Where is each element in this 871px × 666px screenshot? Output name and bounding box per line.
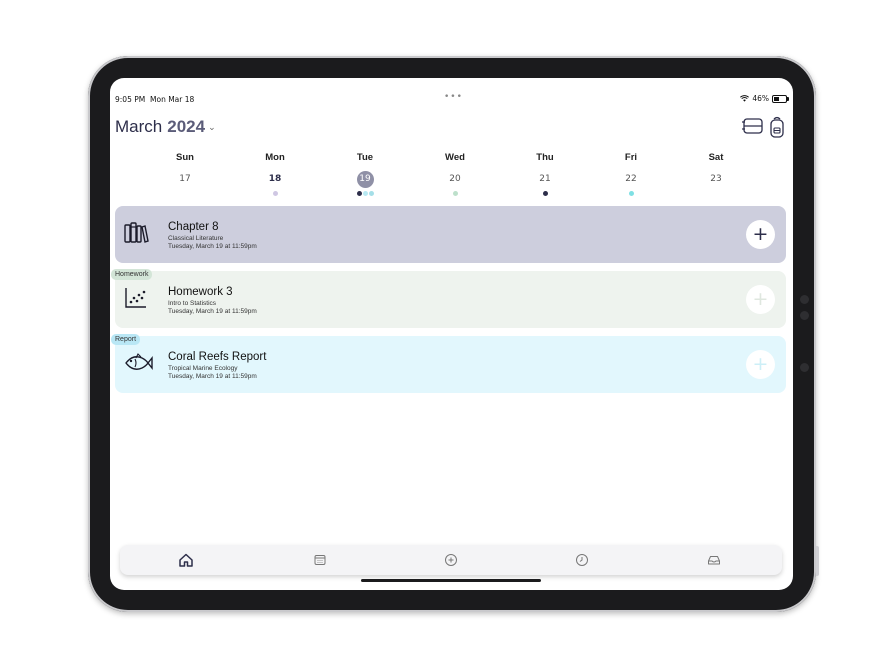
side-sensor <box>800 311 809 320</box>
event-dots <box>425 191 485 197</box>
wifi-icon <box>740 95 750 102</box>
day-name: Sun <box>176 152 194 163</box>
add-button[interactable]: + <box>746 220 775 249</box>
task-course: Classical Literature <box>168 235 224 242</box>
day-number: 22 <box>625 174 637 184</box>
task-card[interactable]: Chapter 8 Classical Literature Tuesday, … <box>115 206 786 263</box>
day-name: Tue <box>356 152 374 163</box>
battery-icon <box>772 94 789 103</box>
event-dots <box>155 191 215 197</box>
task-due-date: Tuesday, March 19 at 11:59pm <box>168 308 257 315</box>
task-title: Coral Reefs Report <box>168 351 267 363</box>
day-column-mon[interactable]: Mon 18 <box>245 152 305 197</box>
event-dots <box>245 191 305 197</box>
status-indicators: 46% <box>740 94 789 103</box>
day-column-tue[interactable]: Tue 19 <box>335 152 395 197</box>
task-tag: Report <box>111 334 141 345</box>
event-dot <box>272 191 278 196</box>
multitasking-dots[interactable]: ••• <box>444 92 463 102</box>
backpack-icon[interactable] <box>769 116 785 138</box>
task-title: Homework 3 <box>168 286 233 298</box>
day-number: 18 <box>268 174 282 184</box>
day-number: 23 <box>710 174 722 184</box>
event-dots <box>601 191 661 197</box>
task-due-date: Tuesday, March 19 at 11:59pm <box>168 373 257 380</box>
day-number: 20 <box>449 174 461 184</box>
status-bar: 9:05 PM Mon Mar 18 ••• 46% <box>110 78 793 104</box>
day-name: Thu <box>536 152 554 163</box>
books-icon <box>124 222 149 243</box>
volume-button <box>816 546 819 576</box>
task-due-date: Tuesday, March 19 at 11:59pm <box>168 243 257 250</box>
clock-icon[interactable] <box>574 552 590 568</box>
event-dot <box>452 191 458 196</box>
list-view-icon[interactable] <box>742 116 764 136</box>
home-indicator[interactable] <box>361 579 541 582</box>
event-dot <box>628 191 634 196</box>
scatter-plot-icon <box>125 288 146 308</box>
task-card[interactable]: Homework 3 Intro to Statistics Tuesday, … <box>111 269 786 328</box>
day-name: Wed <box>445 152 465 163</box>
event-dots <box>335 191 395 197</box>
task-course: Intro to Statistics <box>168 300 217 307</box>
chevron-down-icon: ⌄ <box>208 121 216 132</box>
event-dots <box>515 191 575 197</box>
day-number-selected: 19 <box>356 171 374 188</box>
event-dot <box>356 191 362 196</box>
status-time: 9:05 PM Mon Mar 18 <box>115 95 195 104</box>
task-tag: Homework <box>111 269 153 280</box>
fish-icon <box>125 353 153 370</box>
tab-bar <box>120 545 782 575</box>
plus-circle-icon[interactable] <box>443 552 459 568</box>
side-sensor <box>800 295 809 304</box>
day-number: 17 <box>179 174 191 184</box>
inbox-icon[interactable] <box>706 552 722 568</box>
calendar-icon[interactable] <box>312 552 328 568</box>
add-button[interactable]: + <box>746 285 775 314</box>
event-dots <box>686 191 746 197</box>
task-course: Tropical Marine Ecology <box>168 365 238 372</box>
month-selector[interactable]: March 2024 ⌄ <box>115 117 216 137</box>
day-name: Fri <box>624 152 638 163</box>
home-icon[interactable] <box>178 552 194 568</box>
side-sensor <box>800 363 809 372</box>
day-number: 21 <box>539 174 551 184</box>
day-name: Mon <box>265 152 285 163</box>
add-button[interactable]: + <box>746 350 775 379</box>
day-column-sat[interactable]: Sat 23 <box>686 152 746 197</box>
day-column-thu[interactable]: Thu 21 <box>515 152 575 197</box>
month-label: March <box>115 117 163 136</box>
event-dot <box>368 191 374 196</box>
year-label: 2024 <box>167 117 206 136</box>
battery-percent: 46% <box>752 94 769 103</box>
task-title: Chapter 8 <box>168 221 219 233</box>
app-screen: 9:05 PM Mon Mar 18 ••• 46% March 2024 ⌄ <box>110 78 793 590</box>
task-card[interactable]: Coral Reefs Report Tropical Marine Ecolo… <box>111 334 786 393</box>
day-column-sun[interactable]: Sun 17 <box>155 152 215 197</box>
day-name: Sat <box>708 152 724 163</box>
day-column-wed[interactable]: Wed 20 <box>425 152 485 197</box>
event-dot <box>362 191 368 196</box>
event-dot <box>542 191 548 196</box>
day-column-fri[interactable]: Fri 22 <box>601 152 661 197</box>
